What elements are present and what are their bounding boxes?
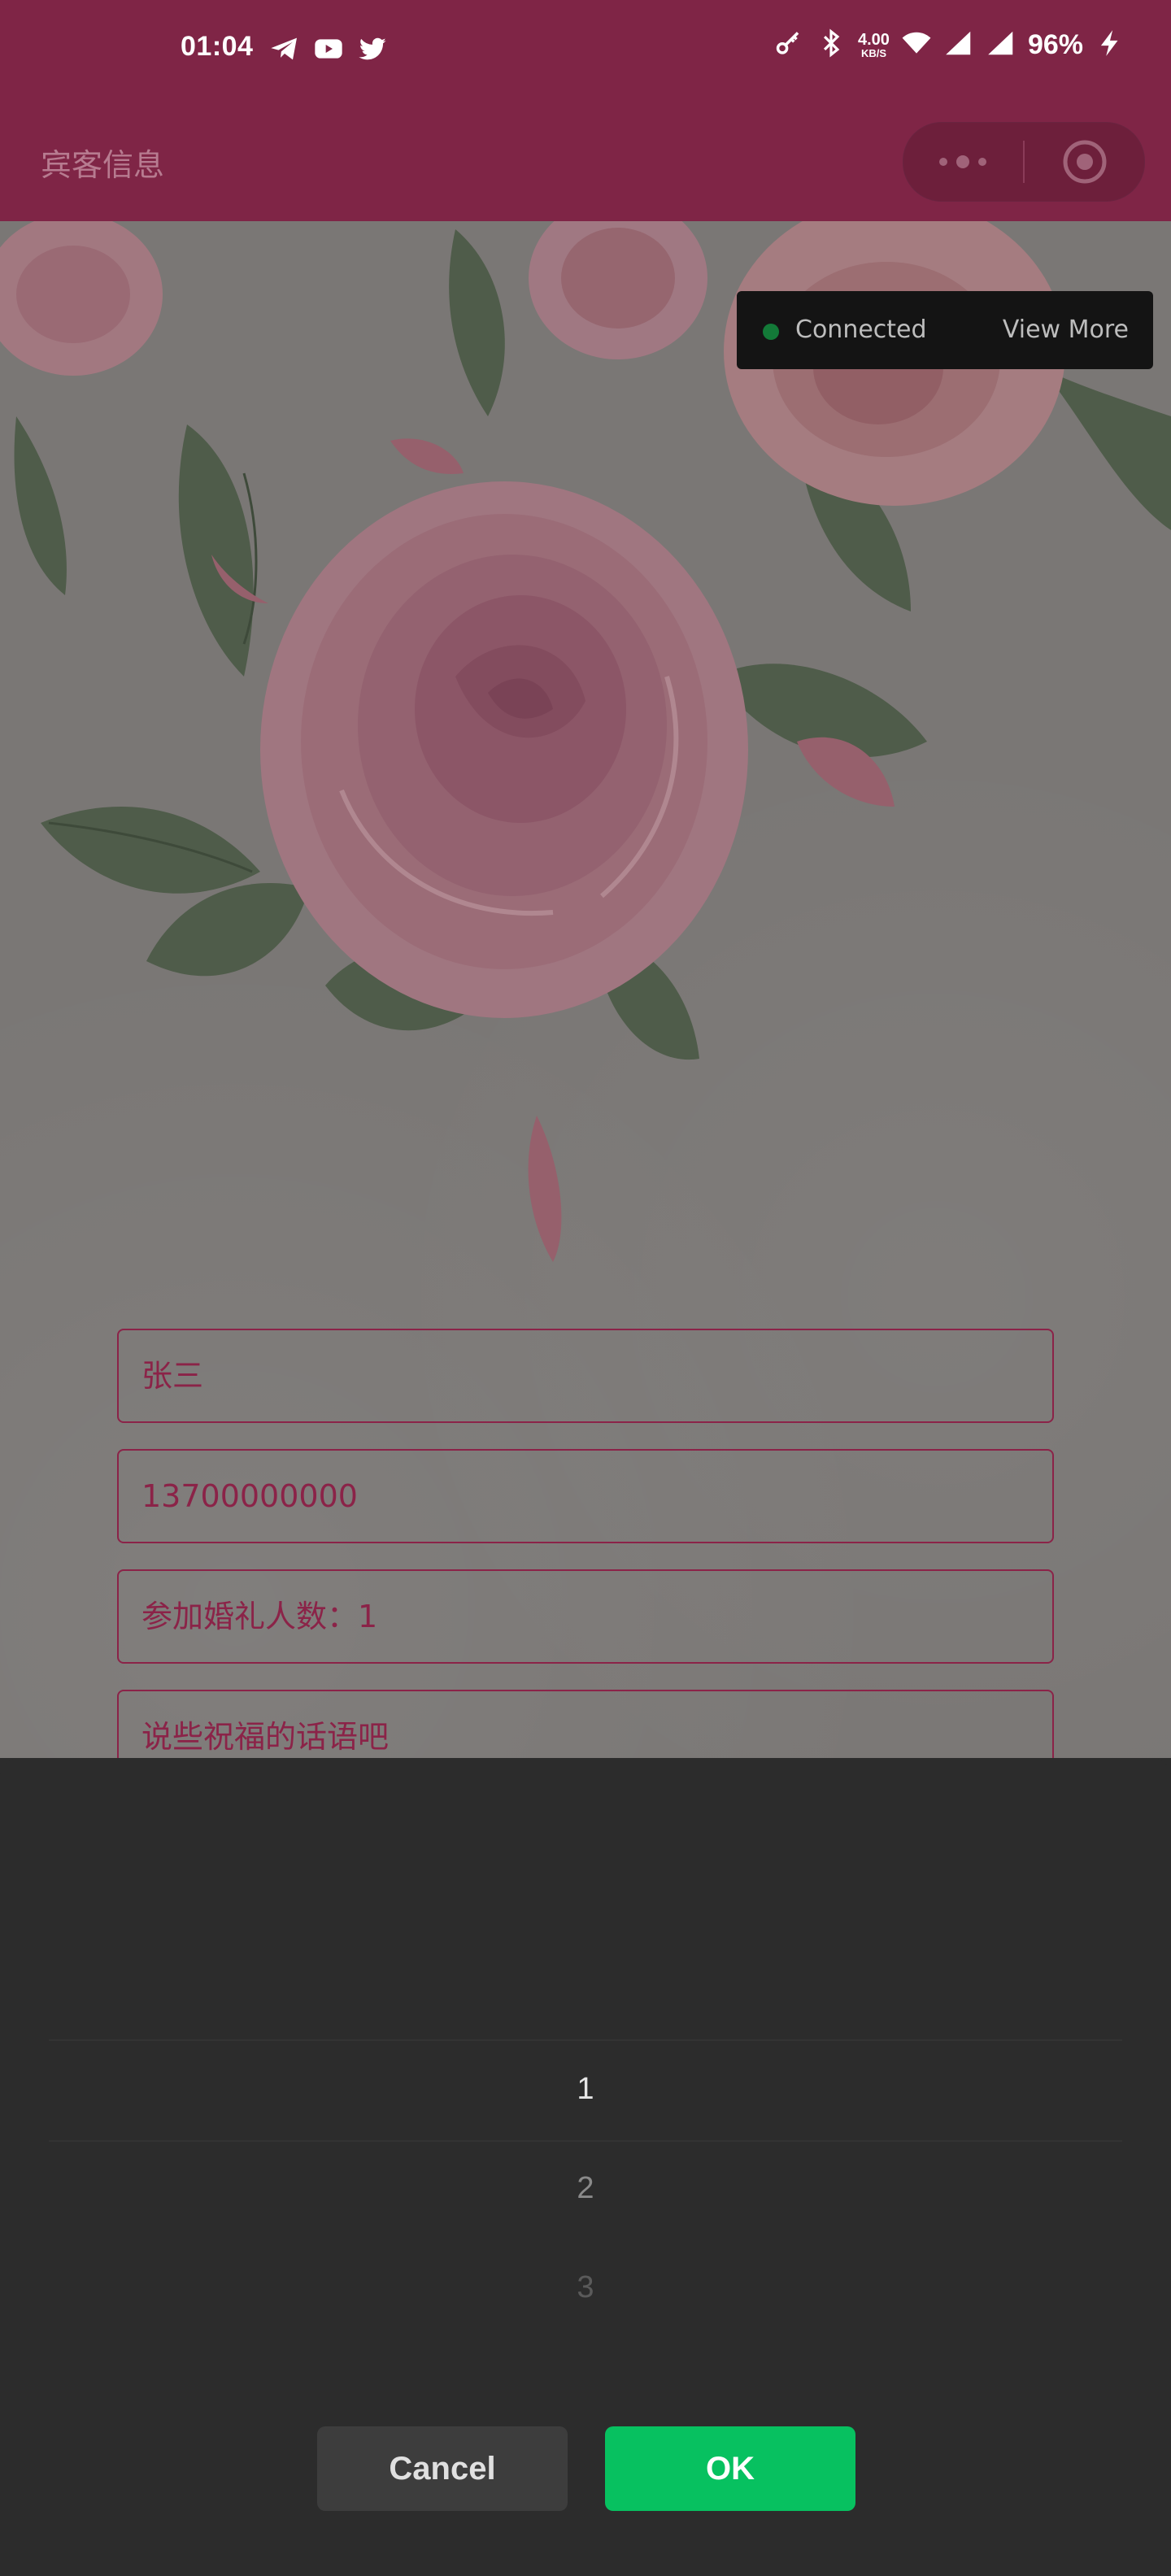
- ok-button[interactable]: OK: [605, 2426, 855, 2511]
- view-more-link[interactable]: View More: [1003, 315, 1129, 344]
- wifi-icon: [901, 28, 932, 63]
- twitter-icon: [356, 33, 389, 68]
- charging-icon: [1095, 28, 1125, 63]
- name-input[interactable]: 张三: [117, 1329, 1054, 1423]
- picker-option[interactable]: 3: [0, 2270, 1171, 2305]
- rose-illustration: [0, 221, 1171, 1262]
- connected-status-dot: [763, 324, 779, 340]
- bluetooth-icon: [816, 28, 847, 63]
- more-button[interactable]: [903, 123, 1022, 201]
- picker-option-selected[interactable]: 1: [0, 2072, 1171, 2107]
- signal-icon-2: [986, 28, 1016, 63]
- telegram-icon: [268, 33, 301, 68]
- more-dots-icon: [939, 155, 986, 168]
- capsule-divider: [1023, 141, 1025, 183]
- picker-option[interactable]: 2: [0, 2171, 1171, 2206]
- network-speed-unit: KB/S: [860, 47, 886, 59]
- system-status: 4.00 KB/S 96%: [773, 28, 1125, 63]
- nav-bar: 宾客信息: [0, 101, 1171, 221]
- blessing-message-input[interactable]: 说些祝福的话语吧: [117, 1690, 1054, 1758]
- status-time: 01:04: [181, 31, 254, 62]
- guest-count-picker-sheet: 1 2 3 Cancel OK: [0, 1758, 1171, 2576]
- guest-count-picker[interactable]: 参加婚礼人数：1: [117, 1569, 1054, 1664]
- signal-icon: [943, 28, 974, 63]
- network-speed-value: 4.00: [858, 31, 890, 49]
- target-close-icon: [1063, 140, 1107, 184]
- battery-percentage: 96%: [1027, 29, 1083, 60]
- close-miniprogram-button[interactable]: [1025, 123, 1144, 201]
- status-bar: 01:04 4.00 KB/S 96%: [0, 0, 1171, 101]
- notification-icons: [268, 33, 389, 68]
- cancel-button[interactable]: Cancel: [317, 2426, 568, 2511]
- network-speed: 4.00 KB/S: [858, 32, 890, 59]
- page-title: 宾客信息: [41, 147, 165, 183]
- picker-selection-line-bottom: [49, 2140, 1122, 2142]
- connection-status-label: Connected: [795, 315, 927, 344]
- page-content: Connected View More 张三 13700000000 参加婚礼人…: [0, 221, 1171, 1758]
- phone-input[interactable]: 13700000000: [117, 1449, 1054, 1543]
- miniprogram-capsule: [903, 122, 1145, 202]
- picker-selection-line-top: [49, 2039, 1122, 2041]
- youtube-icon: [312, 33, 345, 68]
- vpn-key-icon: [773, 28, 804, 63]
- connection-toast: Connected View More: [737, 291, 1153, 369]
